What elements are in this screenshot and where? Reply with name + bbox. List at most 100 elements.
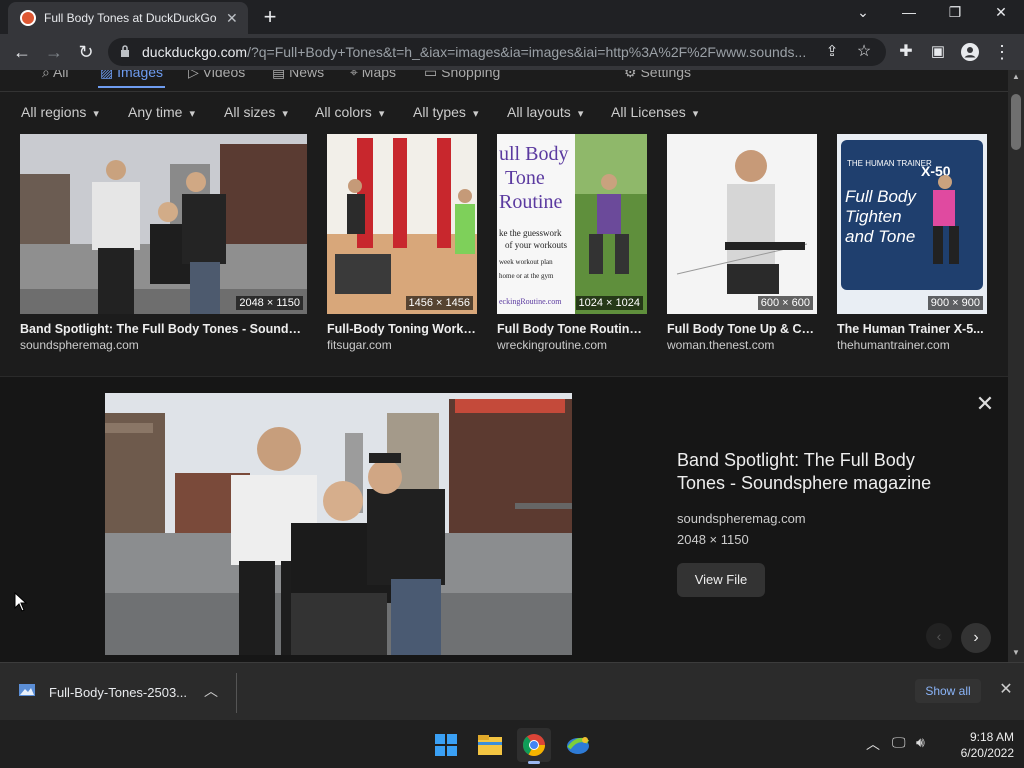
result-dimensions: 600 × 600 [757,296,813,310]
nav-maps[interactable]: ⌖ Maps [350,70,396,81]
nav-videos-label: Videos [202,70,246,80]
scrollbar-thumb[interactable] [1011,94,1021,150]
url-path: /?q=Full+Body+Tones&t=h_&iax=images&ia=i… [247,44,807,60]
band-photo-large [105,393,572,655]
nav-settings[interactable]: ⚙ Settings [624,70,691,81]
result-title-3[interactable]: Full Body Tone Routine ... [497,322,647,336]
result-dimensions: 1456 × 1456 [405,296,473,310]
overlay-text: ull Body [499,143,568,165]
download-filename[interactable]: Full-Body-Tones-2503... [49,685,187,700]
settings-sliders-icon: ⚙ [624,70,637,80]
back-button[interactable]: ← [10,40,34,64]
profile-icon[interactable] [958,40,982,64]
tone-up-thumbnail [667,134,817,314]
result-thumbnail-5[interactable]: THE HUMAN TRAINER X-50 Full Body Tighten… [837,134,987,314]
result-dimensions: 900 × 900 [927,296,983,310]
scroll-up-icon[interactable]: ▲ [1012,72,1020,81]
filter-bar: All regions Any time All sizes All color… [0,104,1008,124]
browser-toolbar: ← → ↻ duckduckgo.com/?q=Full+Body+Tones&… [0,34,1024,70]
result-thumbnail-2[interactable]: 1456 × 1456 [327,134,477,314]
result-title-5[interactable]: The Human Trainer X-5... [837,322,987,336]
address-bar[interactable]: duckduckgo.com/?q=Full+Body+Tones&t=h_&i… [108,38,886,66]
chevron-up-tray-icon[interactable]: ︿ [866,734,880,754]
taskbar-clock[interactable]: 9:18 AM 6/20/2022 [944,729,1014,761]
share-icon[interactable]: ⇪ [820,40,844,64]
filter-type[interactable]: All types [413,104,479,120]
routine-thumbnail: ull Body Tone Routine ke the guesswork o… [497,134,647,314]
result-title-1[interactable]: Band Spotlight: The Full Body Tones - So… [20,322,307,336]
play-icon: ▷ [188,70,199,80]
result-title-2[interactable]: Full-Body Toning Worko... [327,322,477,336]
minimize-button[interactable]: — [894,4,924,20]
map-pin-icon: ⌖ [350,70,358,80]
extensions-icon[interactable]: ✚ [894,40,918,64]
next-image-button[interactable]: › [961,623,991,653]
tab-search-icon[interactable]: ⌄ [848,4,878,21]
view-file-button[interactable]: View File [677,563,765,597]
forward-button[interactable]: → [42,40,66,64]
nav-news[interactable]: ▤ News [272,70,324,81]
close-download-bar-icon[interactable]: ✕ [996,679,1016,699]
page-scrollbar[interactable]: ▲ ▼ [1008,70,1024,662]
duckduckgo-favicon-icon [20,10,36,26]
new-tab-button[interactable]: + [258,4,282,30]
filter-time[interactable]: Any time [128,104,195,120]
scroll-down-icon[interactable]: ▼ [1012,648,1020,657]
human-trainer-thumbnail: THE HUMAN TRAINER X-50 Full Body Tighten… [837,134,987,314]
filter-license[interactable]: All Licenses [611,104,698,120]
overlay-text: week workout plan [499,258,553,266]
download-divider [236,673,237,713]
detail-title[interactable]: Band Spotlight: The Full Body Tones - So… [677,449,967,495]
mouse-cursor-icon [14,592,28,612]
tab-duckduckgo[interactable]: Full Body Tones at DuckDuckGo ✕ [8,2,248,34]
shopping-icon: ▭ [424,70,438,80]
nav-maps-label: Maps [361,70,397,80]
result-thumbnail-4[interactable]: 600 × 600 [667,134,817,314]
windows-taskbar: ︿ 🖵 🔊︎ 9:18 AM 6/20/2022 [0,720,1024,768]
network-app-icon[interactable] [561,728,595,762]
filter-layout[interactable]: All layouts [507,104,583,120]
result-source-2: fitsugar.com [327,338,392,352]
search-nav: ⌕ All ▨ Images ▷ Videos ▤ News ⌖ Maps ▭ … [0,70,1008,92]
chevron-up-icon[interactable]: ︿ [204,681,218,701]
result-title-4[interactable]: Full Body Tone Up & Ca... [667,322,817,336]
restore-button[interactable]: ❐ [940,4,970,21]
window-close-button[interactable]: ✕ [986,4,1016,21]
result-dimensions: 2048 × 1150 [236,296,303,310]
network-monitor-icon[interactable]: 🖵 [892,734,906,751]
show-all-button[interactable]: Show all [915,679,981,703]
chrome-icon[interactable] [517,728,551,764]
detail-image[interactable] [105,393,572,655]
menu-kebab-icon[interactable]: ⋮ [990,40,1014,64]
nav-shopping[interactable]: ▭ Shopping [424,70,500,81]
nav-news-label: News [289,70,325,80]
result-thumbnail-1[interactable]: 2048 × 1150 [20,134,307,314]
file-explorer-icon[interactable] [473,728,507,762]
search-icon: ⌕ [42,70,50,80]
windows-start-icon[interactable] [429,728,463,762]
reload-button[interactable]: ↻ [74,40,98,64]
overlay-text: Routine [499,191,562,213]
nav-images[interactable]: ▨ Images [97,70,166,88]
nav-all[interactable]: ⌕ All [42,70,69,81]
nav-images-label: Images [117,70,164,80]
image-file-icon [19,684,35,696]
result-dimensions: 1024 × 1024 [575,296,643,310]
close-icon[interactable]: ✕ [974,391,996,417]
nav-videos[interactable]: ▷ Videos [188,70,245,81]
tab-close-icon[interactable]: ✕ [226,10,238,27]
filter-regions[interactable]: All regions [21,104,99,120]
image-icon: ▨ [100,70,114,80]
side-panel-icon[interactable]: ▣ [926,40,950,64]
clock-date: 6/20/2022 [960,746,1014,760]
lock-icon [121,45,129,57]
filter-size[interactable]: All sizes [224,104,288,120]
detail-source[interactable]: soundspheremag.com [677,511,806,526]
volume-icon[interactable]: 🔊︎ [916,734,925,751]
previous-image-button[interactable]: ‹ [926,623,952,649]
bookmark-star-icon[interactable]: ☆ [852,40,876,64]
filter-color[interactable]: All colors [315,104,384,120]
url-host: duckduckgo.com [142,44,248,60]
overlay-text: Full Body [845,187,917,206]
result-thumbnail-3[interactable]: ull Body Tone Routine ke the guesswork o… [497,134,647,314]
